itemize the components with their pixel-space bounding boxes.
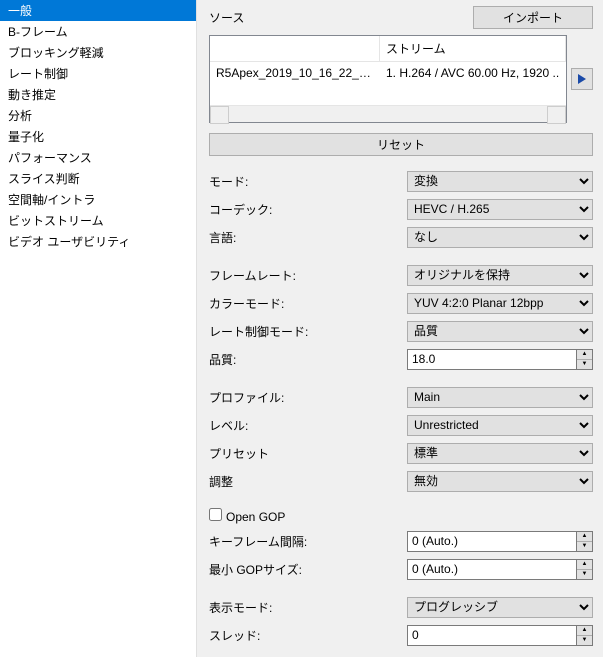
- quality-down-button[interactable]: ▼: [577, 360, 592, 369]
- import-button[interactable]: インポート: [473, 6, 593, 29]
- source-label: ソース: [209, 9, 465, 26]
- framerate-label: フレームレート:: [209, 267, 407, 284]
- profile-select[interactable]: Main: [407, 387, 593, 408]
- mingop-input[interactable]: [407, 559, 576, 580]
- sidebar-item-performance[interactable]: パフォーマンス: [0, 147, 196, 168]
- sidebar-item-motion[interactable]: 動き推定: [0, 84, 196, 105]
- sidebar-item-bitstream[interactable]: ビットストリーム: [0, 210, 196, 231]
- quality-label: 品質:: [209, 351, 407, 368]
- source-list[interactable]: ストリーム R5Apex_2019_10_16_22_18_16... 1. H…: [209, 35, 567, 123]
- ratecontrol-label: レート制御モード:: [209, 323, 407, 340]
- opengop-label[interactable]: Open GOP: [209, 508, 285, 524]
- displaymode-label: 表示モード:: [209, 599, 407, 616]
- source-col-stream[interactable]: ストリーム: [380, 36, 566, 61]
- source-row[interactable]: R5Apex_2019_10_16_22_18_16... 1. H.264 /…: [210, 62, 566, 84]
- mingop-spinner[interactable]: ▲▼: [407, 559, 593, 580]
- preset-label: プリセット: [209, 445, 407, 462]
- ratecontrol-select[interactable]: 品質: [407, 321, 593, 342]
- quality-input[interactable]: [407, 349, 576, 370]
- play-button[interactable]: [571, 68, 593, 90]
- codec-select[interactable]: HEVC / H.265: [407, 199, 593, 220]
- colormode-select[interactable]: YUV 4:2:0 Planar 12bpp: [407, 293, 593, 314]
- sidebar-item-spatial-intra[interactable]: 空間軸/イントラ: [0, 189, 196, 210]
- codec-label: コーデック:: [209, 201, 407, 218]
- sidebar-item-slice[interactable]: スライス判断: [0, 168, 196, 189]
- keyframe-spinner[interactable]: ▲▼: [407, 531, 593, 552]
- level-label: レベル:: [209, 417, 407, 434]
- keyframe-up-button[interactable]: ▲: [577, 532, 592, 542]
- keyframe-input[interactable]: [407, 531, 576, 552]
- language-label: 言語:: [209, 229, 407, 246]
- sidebar-item-bframes[interactable]: B-フレーム: [0, 21, 196, 42]
- profile-label: プロファイル:: [209, 389, 407, 406]
- mode-select[interactable]: 変換: [407, 171, 593, 192]
- sidebar-item-deblock[interactable]: ブロッキング軽減: [0, 42, 196, 63]
- sidebar-item-quantization[interactable]: 量子化: [0, 126, 196, 147]
- threads-input[interactable]: [407, 625, 576, 646]
- mode-label: モード:: [209, 173, 407, 190]
- opengop-checkbox[interactable]: [209, 508, 222, 521]
- tuning-select[interactable]: 無効: [407, 471, 593, 492]
- preset-select[interactable]: 標準: [407, 443, 593, 464]
- sidebar-item-video-usability[interactable]: ビデオ ユーザビリティ: [0, 231, 196, 252]
- mingop-label: 最小 GOPサイズ:: [209, 561, 407, 578]
- play-icon: [578, 74, 586, 84]
- quality-up-button[interactable]: ▲: [577, 350, 592, 360]
- quality-spinner[interactable]: ▲▼: [407, 349, 593, 370]
- language-select[interactable]: なし: [407, 227, 593, 248]
- source-filename: R5Apex_2019_10_16_22_18_16...: [210, 62, 380, 84]
- source-stream-info: 1. H.264 / AVC 60.00 Hz, 1920 ..: [380, 62, 566, 84]
- tuning-label: 調整: [209, 473, 407, 490]
- level-select[interactable]: Unrestricted: [407, 415, 593, 436]
- main-panel: ソース インポート ストリーム R5Apex_2019_10_16_22_18_…: [197, 0, 603, 657]
- displaymode-select[interactable]: プログレッシブ: [407, 597, 593, 618]
- threads-spinner[interactable]: ▲▼: [407, 625, 593, 646]
- reset-button[interactable]: リセット: [209, 133, 593, 156]
- colormode-label: カラーモード:: [209, 295, 407, 312]
- threads-label: スレッド:: [209, 627, 407, 644]
- mingop-up-button[interactable]: ▲: [577, 560, 592, 570]
- keyframe-label: キーフレーム間隔:: [209, 533, 407, 550]
- keyframe-down-button[interactable]: ▼: [577, 542, 592, 551]
- sidebar-item-general[interactable]: 一般: [0, 0, 196, 21]
- framerate-select[interactable]: オリジナルを保持: [407, 265, 593, 286]
- threads-up-button[interactable]: ▲: [577, 626, 592, 636]
- source-col-file[interactable]: [210, 36, 380, 61]
- sidebar-item-analysis[interactable]: 分析: [0, 105, 196, 126]
- source-hscrollbar[interactable]: [210, 105, 566, 122]
- mingop-down-button[interactable]: ▼: [577, 570, 592, 579]
- settings-sidebar: 一般 B-フレーム ブロッキング軽減 レート制御 動き推定 分析 量子化 パフォ…: [0, 0, 197, 657]
- sidebar-item-ratecontrol[interactable]: レート制御: [0, 63, 196, 84]
- threads-down-button[interactable]: ▼: [577, 636, 592, 645]
